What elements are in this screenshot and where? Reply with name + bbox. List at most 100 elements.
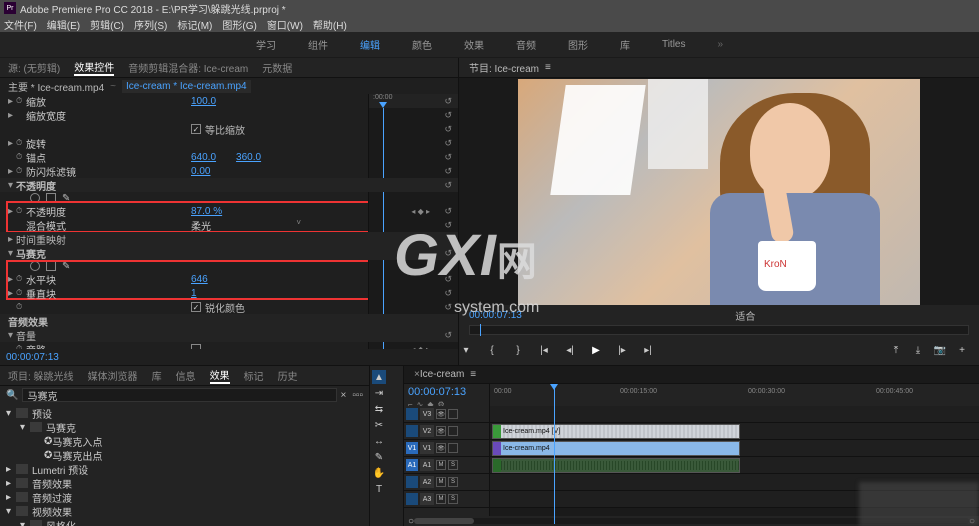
workspace-effects[interactable]: 效果 xyxy=(464,37,484,52)
workspace-color[interactable]: 颜色 xyxy=(412,37,432,52)
lift-button[interactable]: ⤒ xyxy=(889,343,903,357)
fx-volume-heading[interactable]: 音量 xyxy=(16,328,36,343)
settings-button[interactable]: + xyxy=(955,343,969,357)
reset-icon[interactable]: ↺ xyxy=(444,220,452,231)
track-a1[interactable] xyxy=(490,457,979,474)
mask-pen-icon[interactable]: ✎ xyxy=(62,193,72,203)
step-back-button[interactable]: ◂| xyxy=(563,343,577,357)
trackhead-v2[interactable]: V2👁 xyxy=(404,423,489,440)
program-timecode[interactable]: 00:00:07:13 xyxy=(469,310,522,321)
workspace-library[interactable]: 库 xyxy=(620,37,630,52)
export-frame-button[interactable]: 📷 xyxy=(933,343,947,357)
timeline-tab[interactable]: × Ice-cream≡ xyxy=(404,366,979,384)
mask-rect-icon[interactable] xyxy=(46,261,56,271)
trackhead-v1[interactable]: V1V1👁 xyxy=(404,440,489,457)
reset-icon[interactable]: ↺ xyxy=(444,96,452,107)
menu-help[interactable]: 帮助(H) xyxy=(313,17,347,32)
fx-timeremap-heading[interactable]: 时间重映射 xyxy=(16,232,66,247)
menu-sequence[interactable]: 序列(S) xyxy=(134,17,167,32)
reset-icon[interactable]: ↺ xyxy=(444,124,452,135)
reset-icon[interactable]: ↺ xyxy=(444,274,452,285)
prop-scale-value[interactable]: 100.0 xyxy=(191,96,216,107)
hand-tool[interactable]: ✋ xyxy=(372,466,386,480)
slip-tool[interactable]: ↔ xyxy=(372,434,386,448)
tab-history[interactable]: 历史 xyxy=(278,368,298,383)
reset-icon[interactable]: ↺ xyxy=(444,330,452,341)
menu-clip[interactable]: 剪辑(C) xyxy=(90,17,124,32)
tree-presets[interactable]: ▾预设 xyxy=(6,406,363,420)
tree-mosaic-group[interactable]: ▾马赛克 xyxy=(6,420,363,434)
tree-video-fx[interactable]: ▾视频效果 xyxy=(6,504,363,518)
reset-icon[interactable]: ↺ xyxy=(444,302,452,313)
tree-stylize[interactable]: ▾风格化 xyxy=(6,518,363,526)
reset-icon[interactable]: ↺ xyxy=(444,288,452,299)
tree-mosaic-out[interactable]: ✪ 马赛克出点 xyxy=(6,448,363,462)
program-monitor-tab[interactable]: 节目: Ice-cream≡ xyxy=(459,58,979,78)
trackhead-a1[interactable]: A1A1MS xyxy=(404,457,489,474)
uniform-scale-checkbox[interactable]: ✓ xyxy=(191,124,201,134)
workspace-graphics[interactable]: 图形 xyxy=(568,37,588,52)
razor-tool[interactable]: ✂ xyxy=(372,418,386,432)
ripple-edit-tool[interactable]: ⇆ xyxy=(372,402,386,416)
trackhead-a3[interactable]: A3MS xyxy=(404,491,489,508)
tree-lumetri[interactable]: ▸Lumetri 预设 xyxy=(6,462,363,476)
go-to-in-button[interactable]: |◂ xyxy=(537,343,551,357)
tab-library[interactable]: 库 xyxy=(152,368,162,383)
play-button[interactable]: ▶ xyxy=(589,343,603,357)
type-tool[interactable]: T xyxy=(372,482,386,496)
reset-icon[interactable]: ↺ xyxy=(444,206,452,217)
mark-out-button[interactable]: } xyxy=(511,343,525,357)
reset-icon[interactable]: ↺ xyxy=(444,166,452,177)
tree-mosaic-in[interactable]: ✪ 马赛克入点 xyxy=(6,434,363,448)
trackhead-a2[interactable]: A2MS xyxy=(404,474,489,491)
search-clear-button[interactable]: × xyxy=(341,390,347,401)
prop-antiflicker-value[interactable]: 0.00 xyxy=(191,166,210,177)
mask-ellipse-icon[interactable] xyxy=(30,193,40,203)
menu-file[interactable]: 文件(F) xyxy=(4,17,37,32)
tab-effects[interactable]: 效果 xyxy=(210,367,230,384)
tab-metadata[interactable]: 元数据 xyxy=(262,60,292,75)
mask-rect-icon[interactable] xyxy=(46,193,56,203)
breadcrumb-sequence-clip[interactable]: Ice-cream * Ice-cream.mp4 xyxy=(122,80,251,93)
mask-ellipse-icon[interactable] xyxy=(30,261,40,271)
prop-blendmode-select[interactable]: 柔光 xyxy=(191,218,211,233)
step-forward-button[interactable]: |▸ xyxy=(615,343,629,357)
effect-controls-timecode[interactable]: 00:00:07:13 xyxy=(0,349,458,365)
workspace-audio[interactable]: 音频 xyxy=(516,37,536,52)
program-monitor-viewport[interactable]: KroN xyxy=(459,78,979,305)
clip-v1[interactable]: Ice-cream.mp4 xyxy=(492,441,740,456)
mark-in-button[interactable]: { xyxy=(485,343,499,357)
go-to-out-button[interactable]: ▸| xyxy=(641,343,655,357)
tab-info[interactable]: 信息 xyxy=(176,368,196,383)
tab-effect-controls[interactable]: 效果控件 xyxy=(74,59,114,76)
menu-edit[interactable]: 编辑(E) xyxy=(47,17,80,32)
track-select-tool[interactable]: ⇥ xyxy=(372,386,386,400)
reset-icon[interactable]: ↺ xyxy=(444,152,452,163)
program-scrubber[interactable] xyxy=(469,325,969,335)
reset-icon[interactable]: ↺ xyxy=(444,110,452,121)
tab-source[interactable]: 源: (无剪辑) xyxy=(8,60,60,75)
menu-graphic[interactable]: 图形(G) xyxy=(222,17,256,32)
workspace-titles[interactable]: Titles xyxy=(662,39,686,50)
mask-pen-icon[interactable]: ✎ xyxy=(62,261,72,271)
track-v3[interactable] xyxy=(490,406,979,423)
tab-markers[interactable]: 标记 xyxy=(244,368,264,383)
menu-marker[interactable]: 标记(M) xyxy=(177,17,212,32)
tree-audio-fx[interactable]: ▸音频效果 xyxy=(6,476,363,490)
prop-anchor-x[interactable]: 640.0 xyxy=(191,152,216,163)
effects-search-input[interactable] xyxy=(22,388,336,402)
prop-opacity-value[interactable]: 87.0 % xyxy=(191,206,222,217)
reset-icon[interactable]: ↺ xyxy=(444,248,452,259)
track-v2[interactable]: Ice-cream.mp4 [V] xyxy=(490,423,979,440)
timeline-ruler[interactable]: 00:00 00:00:15:00 00:00:30:00 00:00:45:0… xyxy=(490,384,979,406)
fx-mosaic-heading[interactable]: 马赛克 xyxy=(16,246,46,261)
workspace-assembly[interactable]: 组件 xyxy=(308,37,328,52)
prop-vert-blocks-value[interactable]: 1 xyxy=(191,288,197,299)
reset-icon[interactable]: ↺ xyxy=(444,180,452,191)
bypass-checkbox[interactable] xyxy=(191,344,201,349)
selection-tool[interactable]: ▲ xyxy=(372,370,386,384)
trackhead-v3[interactable]: V3👁 xyxy=(404,406,489,423)
clip-v2[interactable]: Ice-cream.mp4 [V] xyxy=(492,424,740,439)
reset-icon[interactable]: ↺ xyxy=(444,138,452,149)
keyframe-nav-icon[interactable]: ◂ ◆ ▸ xyxy=(411,345,430,350)
